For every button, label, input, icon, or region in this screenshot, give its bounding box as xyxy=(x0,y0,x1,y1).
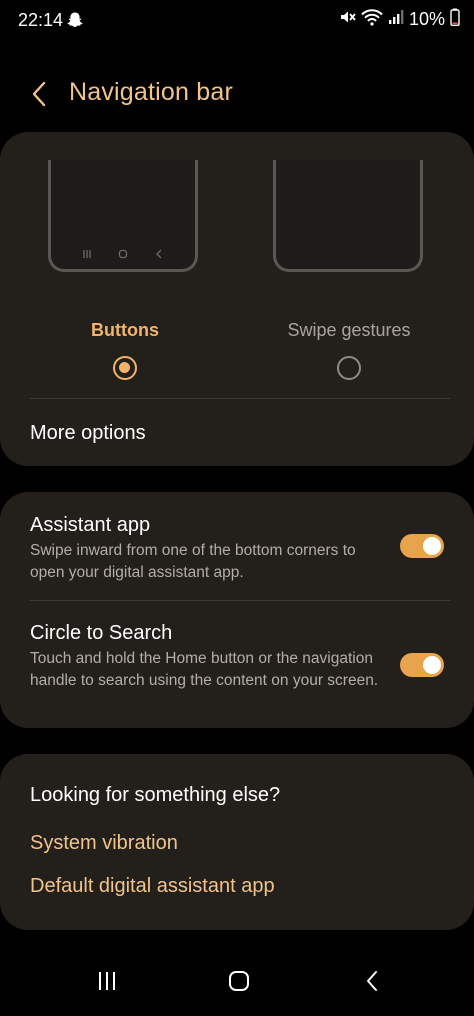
buttons-radio[interactable] xyxy=(113,356,137,380)
looking-heading: Looking for something else? xyxy=(30,784,281,806)
preview-nav-buttons xyxy=(51,249,195,259)
recents-icon xyxy=(99,972,115,990)
more-options[interactable]: More options xyxy=(30,422,146,445)
looking-for-card: Looking for something else? System vibra… xyxy=(0,754,474,930)
default-assistant-link[interactable]: Default digital assistant app xyxy=(30,875,275,898)
toggle-knob xyxy=(423,537,441,555)
back-button-nav[interactable] xyxy=(350,966,394,996)
buttons-preview[interactable] xyxy=(48,160,198,272)
circle-to-search-toggle[interactable] xyxy=(400,653,444,677)
system-vibration-link[interactable]: System vibration xyxy=(30,832,178,855)
toggle-knob xyxy=(423,656,441,674)
swipe-gestures-radio[interactable] xyxy=(337,356,361,380)
option-label-buttons: Buttons xyxy=(91,320,159,340)
wifi-icon xyxy=(361,8,383,31)
recents-button[interactable] xyxy=(85,966,129,996)
back-chevron-icon xyxy=(32,81,46,107)
circle-to-search-title[interactable]: Circle to Search xyxy=(30,622,172,645)
status-icons: 10% xyxy=(338,8,460,31)
swipe-gestures-preview[interactable] xyxy=(273,160,423,272)
battery-icon xyxy=(450,8,460,31)
battery-percentage: 10% xyxy=(408,9,445,29)
screen: 22:14 10% Navigation bar Buttons Swipe g… xyxy=(0,0,474,1016)
signal-icon xyxy=(388,9,404,30)
assistant-app-title[interactable]: Assistant app xyxy=(30,514,150,537)
back-button[interactable] xyxy=(24,78,54,110)
divider xyxy=(30,600,450,601)
navigation-type-card: Buttons Swipe gestures More options xyxy=(0,132,474,466)
option-label-swipe-gestures: Swipe gestures xyxy=(287,320,411,340)
status-bar: 22:14 10% xyxy=(0,0,474,42)
home-icon xyxy=(118,249,128,259)
divider xyxy=(30,398,450,399)
back-icon xyxy=(367,971,377,991)
recents-icon xyxy=(83,250,91,258)
assistant-app-description: Swipe inward from one of the bottom corn… xyxy=(30,542,356,581)
home-icon xyxy=(229,971,249,991)
status-time: 22:14 xyxy=(18,10,64,30)
home-button[interactable] xyxy=(217,966,261,996)
circle-to-search-description: Touch and hold the Home button or the na… xyxy=(30,650,379,689)
assistant-app-toggle[interactable] xyxy=(400,534,444,558)
toggles-card: Assistant app Swipe inward from one of t… xyxy=(0,492,474,728)
page-title: Navigation bar xyxy=(69,78,234,106)
back-icon xyxy=(156,249,162,259)
snapchat-icon xyxy=(66,11,84,34)
system-navigation-bar xyxy=(0,954,474,1016)
mute-icon xyxy=(338,8,356,31)
app-header: Navigation bar xyxy=(0,72,474,116)
